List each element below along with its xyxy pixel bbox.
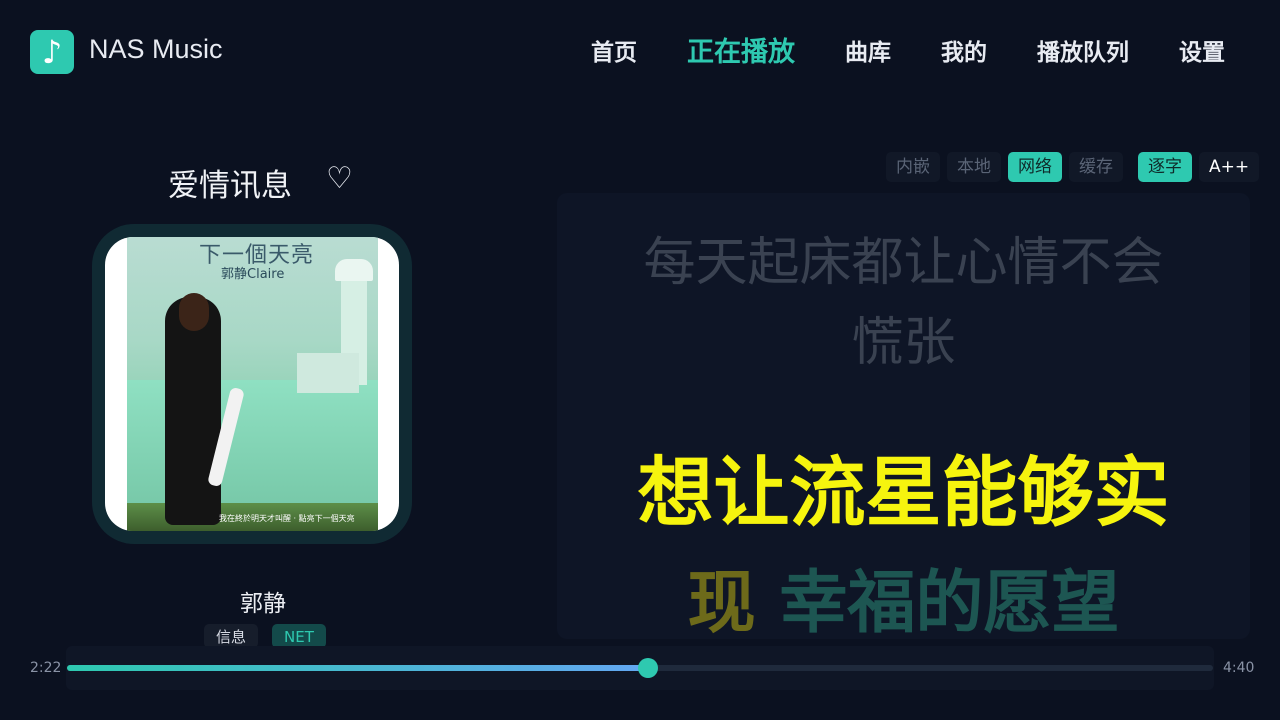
- nav-now-playing[interactable]: 正在播放: [687, 30, 795, 69]
- current-time: 2:22: [30, 660, 62, 676]
- lyric-current-line: 想让流星能够实: [637, 448, 1170, 537]
- font-size-button[interactable]: A++: [1199, 152, 1260, 182]
- nav-play-queue[interactable]: 播放队列: [1037, 33, 1129, 69]
- lyric-source-cache[interactable]: 缓存: [1069, 152, 1123, 182]
- info-tag[interactable]: 信息: [204, 624, 259, 648]
- song-title: 爱情讯息: [168, 168, 292, 204]
- top-nav: 首页 正在播放 曲库 我的 播放队列 设置: [541, 33, 1225, 69]
- lyric-previous-line-1: 每天起床都让心情不会: [643, 233, 1164, 293]
- nav-home[interactable]: 首页: [591, 33, 637, 69]
- lyric-next-line: 现 幸福的愿望: [557, 559, 1250, 639]
- lyric-next-rest: 幸福的愿望: [779, 564, 1120, 639]
- lyrics-panel[interactable]: 每天起床都让心情不会 慌张 想让流星能够实 现 幸福的愿望: [557, 193, 1250, 639]
- net-tag: NET: [272, 624, 326, 648]
- album-art: 下一個天亮 郭静Claire 我在終於明天才叫醒 · 點亮下一個天亮: [105, 237, 399, 531]
- artist-name[interactable]: 郭静: [240, 584, 286, 618]
- nav-mine[interactable]: 我的: [941, 33, 987, 69]
- heart-icon[interactable]: ♡: [326, 161, 353, 196]
- word-by-word-toggle[interactable]: 逐字: [1138, 152, 1192, 182]
- progress-knob[interactable]: [638, 658, 659, 678]
- total-time: 4:40: [1223, 660, 1255, 676]
- lyric-previous-line-2: 慌张: [851, 313, 956, 373]
- lyric-source-embedded[interactable]: 内嵌: [886, 152, 940, 182]
- nav-settings[interactable]: 设置: [1179, 33, 1225, 69]
- lyric-source-network[interactable]: 网络: [1008, 152, 1062, 182]
- app-title: NAS Music: [89, 34, 223, 64]
- lyric-source-local[interactable]: 本地: [947, 152, 1001, 182]
- nav-library[interactable]: 曲库: [845, 33, 891, 69]
- lyric-next-sung: 现: [687, 564, 756, 639]
- progress-bar[interactable]: [67, 658, 1213, 678]
- album-art-frame: 下一個天亮 郭静Claire 我在終於明天才叫醒 · 點亮下一個天亮: [92, 224, 412, 544]
- album-art-caption: 我在終於明天才叫醒 · 點亮下一個天亮: [219, 514, 355, 523]
- progress-fill: [67, 665, 649, 671]
- app-logo-icon: ♪: [30, 30, 74, 74]
- album-art-artist: 郭静Claire: [221, 267, 285, 282]
- album-art-photo: 下一個天亮 郭静Claire 我在終於明天才叫醒 · 點亮下一個天亮: [127, 237, 378, 531]
